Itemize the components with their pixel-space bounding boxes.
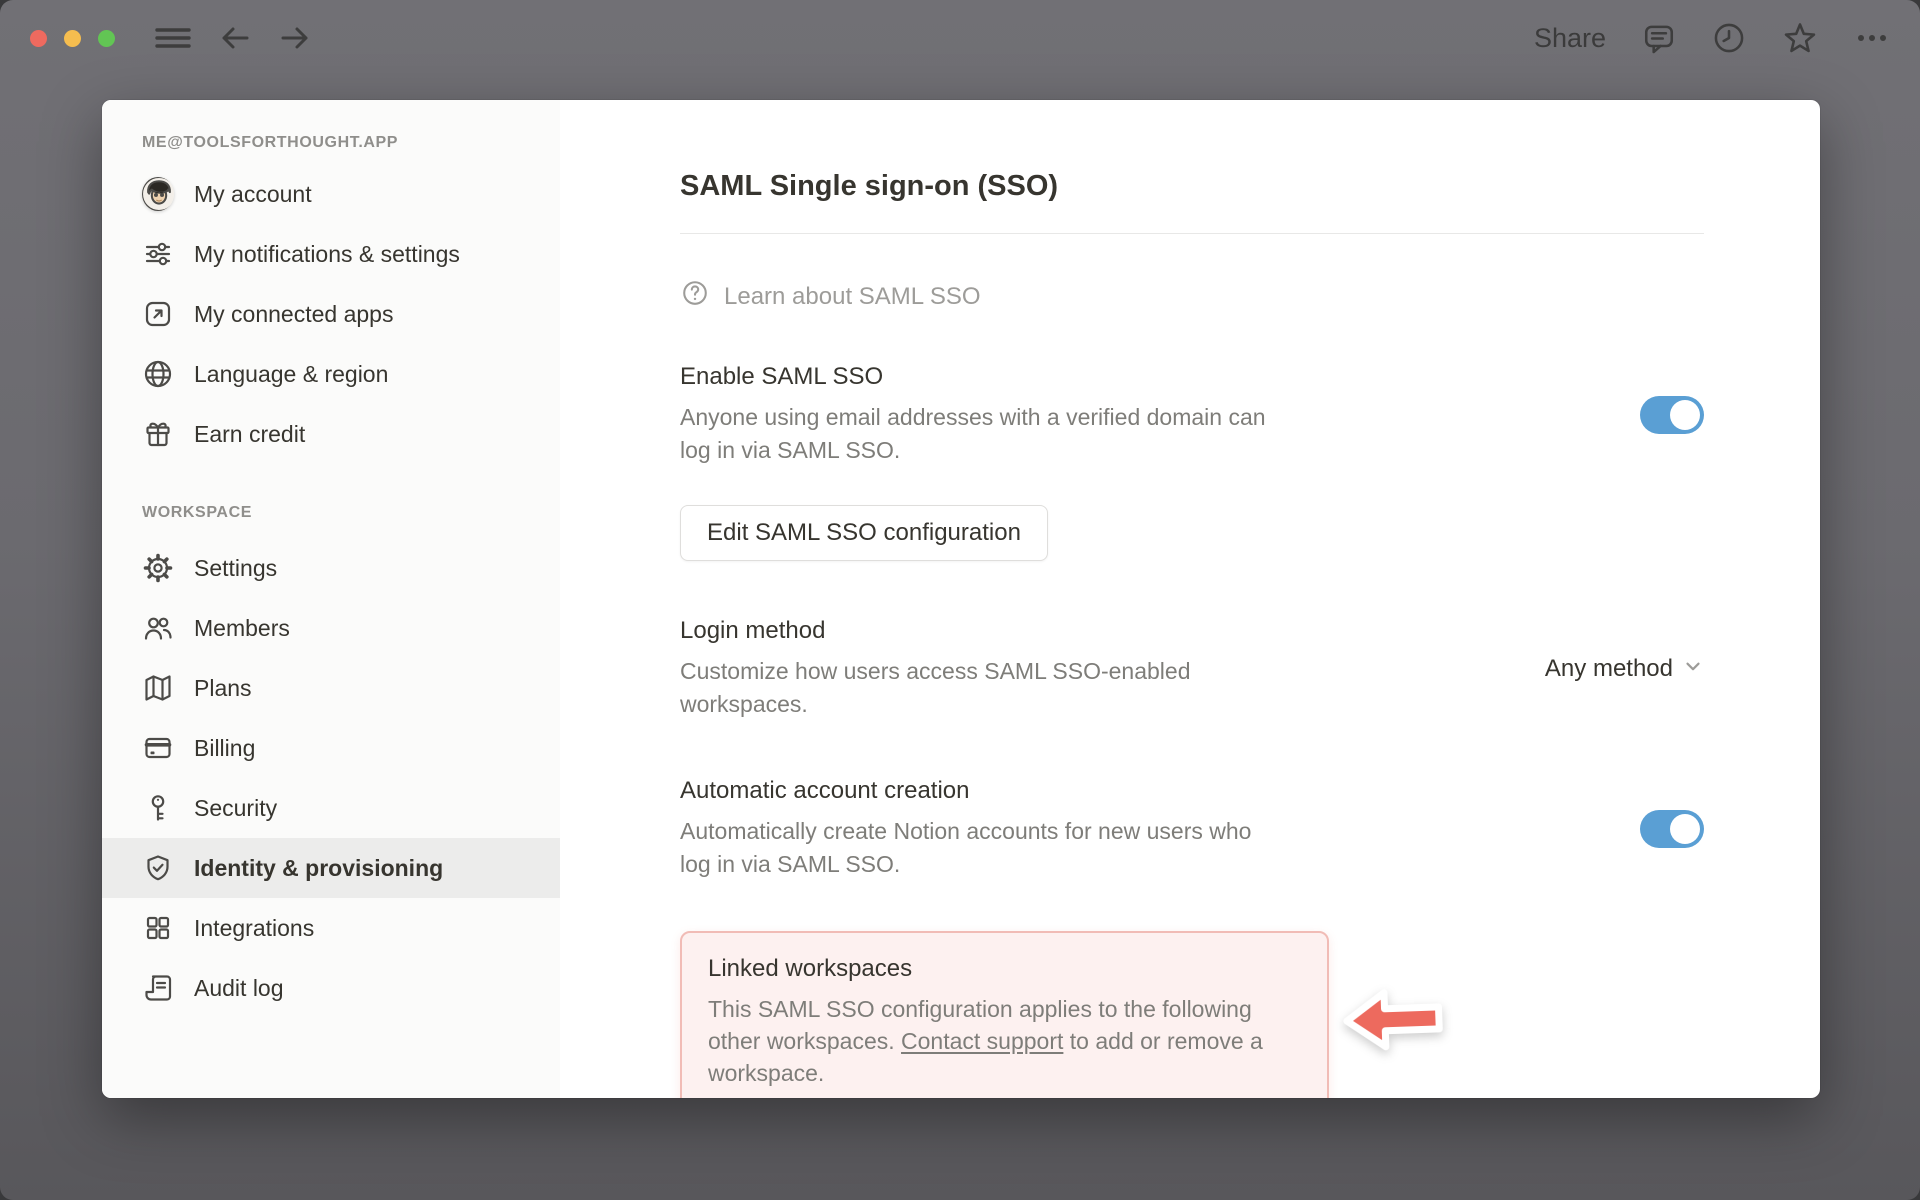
sidebar-item-label: Billing <box>194 734 256 761</box>
enable-saml-description: Anyone using email addresses with a veri… <box>680 404 1266 463</box>
sidebar-item-label: Settings <box>194 554 278 581</box>
login-method-description: Customize how users access SAML SSO-enab… <box>680 658 1191 717</box>
linked-workspaces-description: This SAML SSO configuration applies to t… <box>708 993 1301 1089</box>
learn-about-saml-link[interactable]: Learn about SAML SSO <box>680 278 981 315</box>
share-button[interactable]: Share <box>1534 23 1606 54</box>
sidebar-item-integrations[interactable]: Integrations <box>102 898 560 958</box>
login-method-heading: Login method <box>680 617 826 644</box>
title-divider <box>680 233 1704 234</box>
more-options-icon[interactable] <box>1854 22 1890 54</box>
toggle-knob <box>1670 400 1700 430</box>
sidebar-item-audit-log[interactable]: Audit log <box>102 958 560 1018</box>
settings-sidebar: ME@TOOLSFORTHOUGHT.APP My account My not… <box>102 100 560 1098</box>
favorite-star-icon[interactable] <box>1782 20 1818 56</box>
sidebar-item-earn-credit[interactable]: Earn credit <box>102 404 560 464</box>
account-email-header: ME@TOOLSFORTHOUGHT.APP <box>142 134 399 151</box>
scroll-document-icon <box>142 972 174 1004</box>
gift-icon <box>142 418 174 450</box>
close-window-button[interactable] <box>30 29 47 47</box>
sidebar-item-label: Integrations <box>194 914 315 941</box>
comments-icon[interactable] <box>1642 21 1676 55</box>
arrow-up-right-box-icon <box>142 298 174 330</box>
sidebar-item-label: Earn credit <box>194 420 306 447</box>
enable-saml-toggle[interactable] <box>1640 396 1704 434</box>
gear-icon <box>142 552 174 584</box>
annotation-arrow-icon <box>1340 981 1447 1064</box>
contact-support-link[interactable]: Contact support <box>901 1028 1063 1054</box>
enable-saml-heading: Enable SAML SSO <box>680 363 884 390</box>
login-method-selected-value: Any method <box>1544 655 1673 682</box>
login-method-dropdown[interactable]: Any method <box>1545 655 1704 684</box>
sidebar-item-my-account[interactable]: My account <box>102 164 560 224</box>
sidebar-item-label: Audit log <box>194 974 284 1001</box>
sidebar-item-security[interactable]: Security <box>102 778 560 838</box>
edit-saml-config-button[interactable]: Edit SAML SSO configuration <box>680 505 1048 561</box>
sidebar-item-label: My notifications & settings <box>194 240 460 267</box>
sidebar-item-language-region[interactable]: Language & region <box>102 344 560 404</box>
sidebar-item-label: My account <box>194 180 312 207</box>
login-method-section: Login method Customize how users access … <box>680 617 1704 721</box>
sidebar-item-billing[interactable]: Billing <box>102 718 560 778</box>
key-icon <box>142 792 174 824</box>
auto-account-description: Automatically create Notion accounts for… <box>680 818 1252 877</box>
chevron-down-icon <box>1682 655 1704 684</box>
app-window: Share ME@TOOLSFORTHOUGHT.APP My account … <box>0 0 1920 1200</box>
sidebar-item-identity-provisioning[interactable]: Identity & provisioning <box>102 838 560 898</box>
map-icon <box>142 672 174 704</box>
sidebar-item-label: Members <box>194 614 290 641</box>
enable-saml-section: Enable SAML SSO Anyone using email addre… <box>680 363 1704 467</box>
auto-account-heading: Automatic account creation <box>680 777 970 804</box>
sidebar-item-settings[interactable]: Settings <box>102 538 560 598</box>
window-titlebar: Share <box>0 0 1920 76</box>
hamburger-menu-icon[interactable] <box>154 22 192 54</box>
saml-settings-panel: SAML Single sign-on (SSO) Learn about SA… <box>560 100 1820 1098</box>
sidebar-item-label: Plans <box>194 674 252 701</box>
learn-link-label: Learn about SAML SSO <box>724 282 981 310</box>
auto-account-section: Automatic account creation Automatically… <box>680 777 1704 881</box>
sidebar-item-label: Language & region <box>194 360 389 387</box>
sidebar-item-members[interactable]: Members <box>102 598 560 658</box>
sidebar-item-plans[interactable]: Plans <box>102 658 560 718</box>
zoom-window-button[interactable] <box>98 29 115 47</box>
sidebar-item-notifications-settings[interactable]: My notifications & settings <box>102 224 560 284</box>
grid-icon <box>142 912 174 944</box>
forward-arrow-icon[interactable] <box>278 22 312 54</box>
credit-card-icon <box>142 732 174 764</box>
sidebar-item-label: Security <box>194 794 278 821</box>
sidebar-item-label: My connected apps <box>194 300 394 327</box>
workspace-section-header: WORKSPACE <box>142 504 252 521</box>
linked-workspaces-heading: Linked workspaces <box>708 955 913 982</box>
linked-workspaces-callout: Linked workspaces This SAML SSO configur… <box>680 931 1443 1098</box>
back-arrow-icon[interactable] <box>218 22 252 54</box>
page-title: SAML Single sign-on (SSO) <box>680 170 1059 202</box>
shield-check-icon <box>142 852 174 884</box>
avatar <box>142 177 174 211</box>
sidebar-item-label: Identity & provisioning <box>194 854 444 881</box>
globe-icon <box>142 358 174 390</box>
toggle-knob <box>1670 814 1700 844</box>
sliders-icon <box>142 238 174 270</box>
auto-account-toggle[interactable] <box>1640 810 1704 848</box>
help-circle-icon <box>680 278 710 315</box>
clock-history-icon[interactable] <box>1712 21 1746 55</box>
minimize-window-button[interactable] <box>64 29 81 47</box>
people-icon <box>142 612 174 644</box>
settings-modal: ME@TOOLSFORTHOUGHT.APP My account My not… <box>102 100 1820 1098</box>
sidebar-item-connected-apps[interactable]: My connected apps <box>102 284 560 344</box>
